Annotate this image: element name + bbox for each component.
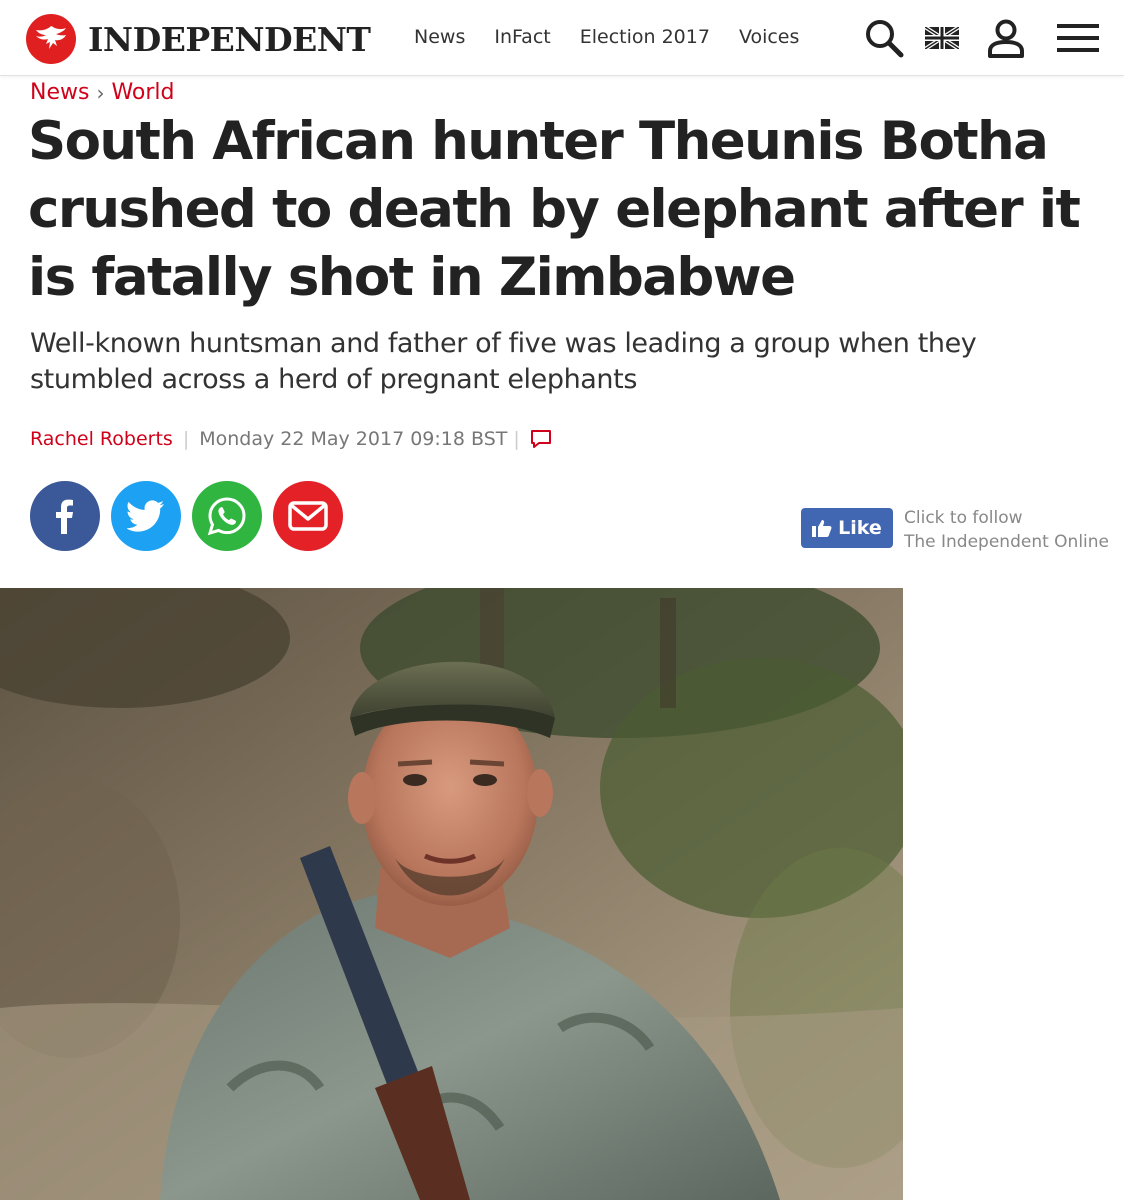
site-name: INDEPENDENT [88,19,371,59]
site-header: INDEPENDENT News InFact Election 2017 Vo… [0,0,1124,76]
menu-icon[interactable] [1056,18,1100,58]
article-hero-image [0,588,903,1200]
comment-icon[interactable] [530,427,554,451]
share-bar [30,481,354,551]
article-meta: Rachel Roberts | Monday 22 May 2017 09:1… [30,426,554,452]
nav-item-news[interactable]: News [414,26,465,48]
site-logo[interactable]: INDEPENDENT [26,14,371,64]
share-email-button[interactable] [273,481,343,551]
follow-line-1: Click to follow [904,508,1023,528]
search-icon[interactable] [862,16,906,60]
header-actions [862,18,1100,58]
uk-flag-icon[interactable] [924,18,960,58]
article-standfirst: Well-known huntsman and father of five w… [30,328,977,395]
breadcrumb-news[interactable]: News [30,80,89,105]
publish-date: Monday 22 May 2017 09:18 BST [199,428,508,450]
share-twitter-button[interactable] [111,481,181,551]
nav-item-election-2017[interactable]: Election 2017 [580,26,710,48]
main-nav: News InFact Election 2017 Voices [414,26,828,48]
article-headline: South African hunter Theunis Botha crush… [28,111,1081,308]
like-label: Like [838,517,882,539]
nav-item-infact[interactable]: InFact [494,26,550,48]
author-link[interactable]: Rachel Roberts [30,428,173,450]
eagle-logo-icon [26,14,76,64]
breadcrumb-world[interactable]: World [111,80,174,105]
nav-item-voices[interactable]: Voices [739,26,799,48]
meta-divider: | [513,428,520,450]
follow-line-2: The Independent Online [904,532,1110,552]
meta-divider: | [182,428,190,450]
breadcrumb: News › World [30,80,175,105]
follow-text: Click to follow The Independent Online [904,506,1109,554]
facebook-icon [56,499,73,534]
share-facebook-button[interactable] [30,481,100,551]
facebook-like-button[interactable]: Like [801,508,893,548]
share-whatsapp-button[interactable] [192,481,262,551]
twitter-icon [127,500,164,532]
email-icon [288,501,328,531]
user-icon[interactable] [986,17,1026,59]
whatsapp-icon [207,497,246,536]
breadcrumb-separator: › [96,80,105,105]
thumbs-up-icon [812,520,832,537]
